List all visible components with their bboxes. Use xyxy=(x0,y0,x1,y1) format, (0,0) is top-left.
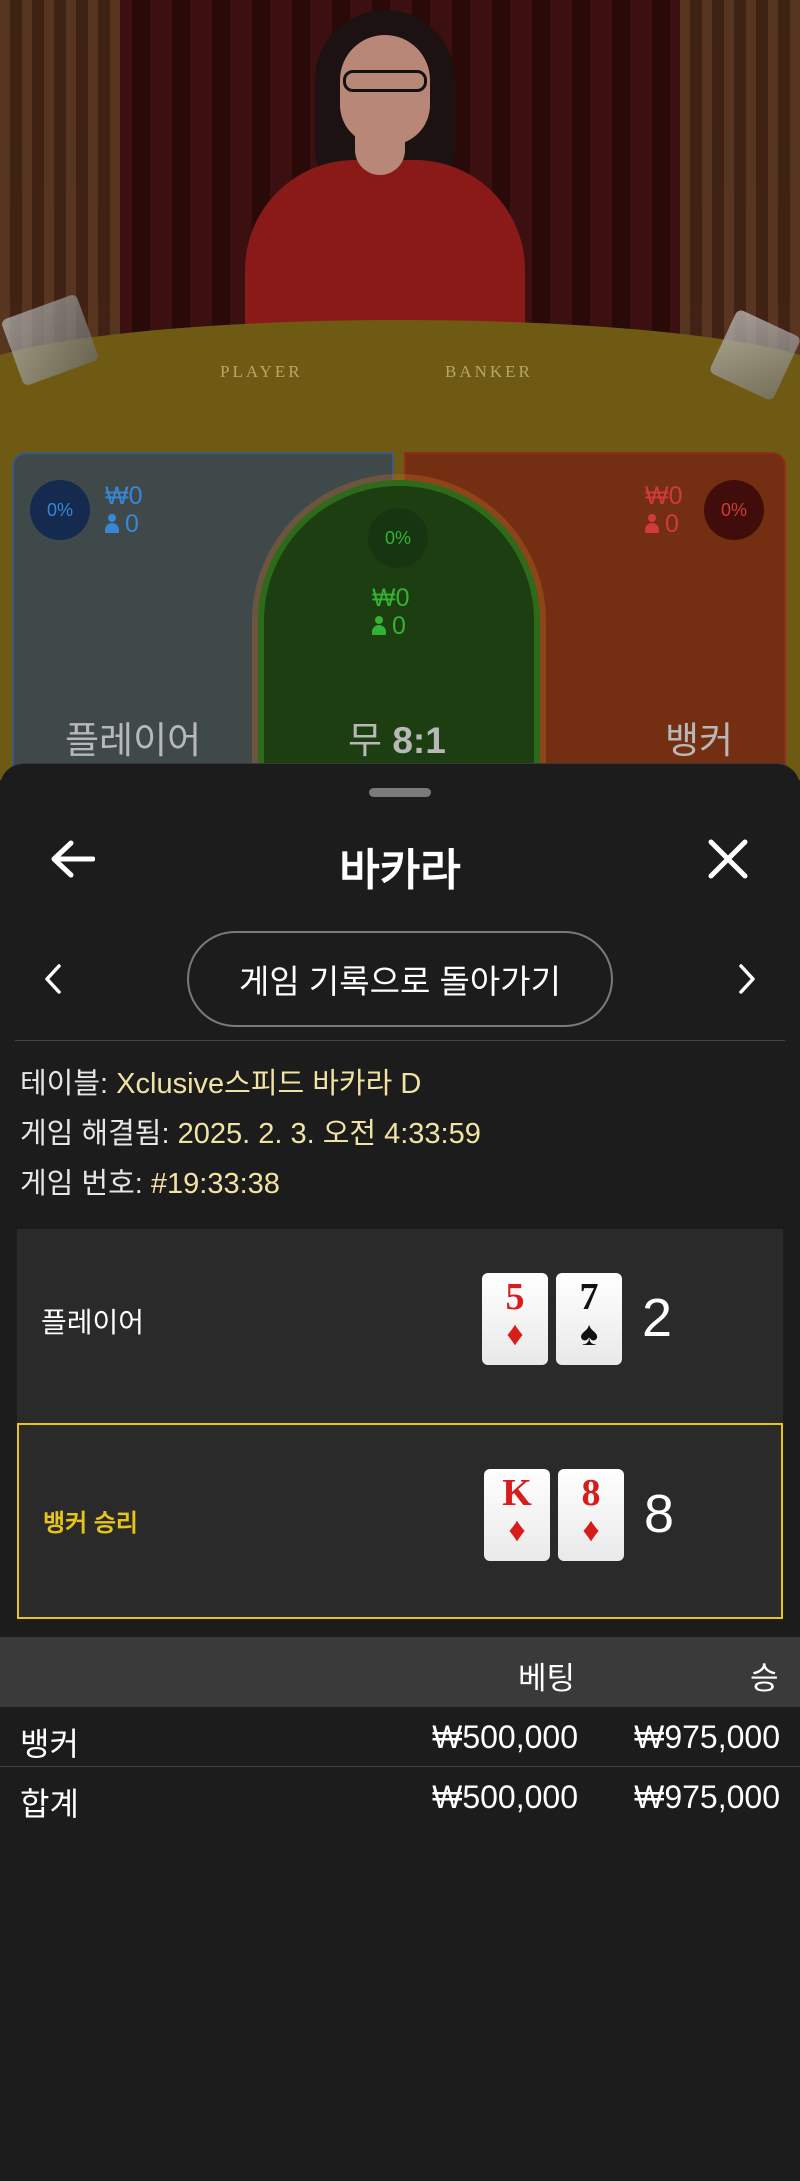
divider xyxy=(0,1766,800,1767)
tie-payout: 8:1 xyxy=(392,720,446,761)
banker-stats: ₩0 0 xyxy=(645,482,683,538)
player-stats: ₩0 0 xyxy=(105,482,143,538)
playing-card: 8 ♦ xyxy=(558,1469,624,1561)
resolved-value: 2025. 2. 3. 오전 4:33:59 xyxy=(177,1118,481,1150)
bet-amount: ₩500,000 xyxy=(432,1719,578,1755)
chevron-right-icon xyxy=(739,964,755,994)
diamond-suit-icon: ♦ xyxy=(506,1315,524,1353)
diamond-suit-icon: ♦ xyxy=(508,1511,526,1549)
person-icon xyxy=(372,616,386,636)
game-info: 테이블: Xclusive스피드 바카라 D 게임 해결됨: 2025. 2. … xyxy=(20,1059,481,1209)
banker-percent-circle: 0% xyxy=(704,480,764,540)
dealer xyxy=(235,10,535,350)
player-percent: 0% xyxy=(46,499,73,520)
bet-label-tie: 무 8:1 xyxy=(348,710,446,764)
player-count: 0 xyxy=(125,510,139,538)
player-amount: ₩0 xyxy=(105,482,143,510)
table-label: 테이블: xyxy=(20,1068,109,1100)
history-navigation: 게임 기록으로 돌아가기 xyxy=(0,929,800,1029)
table-value: Xclusive스피드 바카라 D xyxy=(116,1068,422,1100)
person-icon xyxy=(105,514,119,534)
bet-name: 뱅커 xyxy=(20,1726,79,1762)
felt-label-banker: BANKER xyxy=(445,362,533,381)
win-amount: ₩975,000 xyxy=(634,1719,780,1755)
bet-label-banker: 뱅커 xyxy=(665,720,734,761)
banker-result-label: 뱅커 승리 xyxy=(43,1510,138,1537)
table-row: 뱅커 ₩500,000 ₩975,000 xyxy=(0,1709,800,1769)
divider xyxy=(15,1040,785,1041)
previous-game-button[interactable] xyxy=(28,954,78,1004)
tie-stats: ₩0 0 xyxy=(372,584,410,640)
tie-amount: ₩0 xyxy=(372,584,410,612)
player-percent-circle: 0% xyxy=(30,480,90,540)
page-title: 바카라 xyxy=(339,846,461,895)
game-number-value: #19:33:38 xyxy=(150,1168,280,1200)
lattice-screen-right xyxy=(680,0,800,360)
close-button[interactable] xyxy=(698,829,758,889)
sheet-header: 바카라 xyxy=(0,814,800,904)
win-column-header: 승 xyxy=(750,1661,779,1696)
banker-result-row: 뱅커 승리 K ♦ 8 ♦ 8 xyxy=(17,1423,783,1619)
playing-card: 5 ♦ xyxy=(482,1273,548,1365)
banker-percent: 0% xyxy=(720,499,747,520)
player-score: 2 xyxy=(642,1288,673,1348)
close-icon xyxy=(708,839,748,879)
bets-table-header: 베팅 승 xyxy=(0,1637,800,1707)
back-to-history-button[interactable]: 게임 기록으로 돌아가기 xyxy=(187,931,613,1027)
total-bet-amount: ₩500,000 xyxy=(432,1779,578,1815)
next-game-button[interactable] xyxy=(722,954,772,1004)
sheet-drag-handle[interactable] xyxy=(369,788,431,797)
bet-column-header: 베팅 xyxy=(518,1661,576,1696)
playing-card: K ♦ xyxy=(484,1469,550,1561)
tie-label: 무 xyxy=(348,720,383,761)
card-rank: 5 xyxy=(505,1276,525,1318)
person-icon xyxy=(645,514,659,534)
spade-suit-icon: ♠ xyxy=(579,1315,599,1353)
banker-amount: ₩0 xyxy=(645,482,683,510)
resolved-label: 게임 해결됨: xyxy=(20,1118,170,1150)
player-result-row: 플레이어 5 ♦ 7 ♠ 2 xyxy=(17,1229,783,1425)
tie-percent-circle: 0% xyxy=(368,508,428,568)
tie-percent: 0% xyxy=(384,527,411,548)
table-row-total: 합계 ₩500,000 ₩975,000 xyxy=(0,1769,800,1829)
card-rank: K xyxy=(502,1472,532,1514)
banker-score: 8 xyxy=(644,1484,675,1544)
bet-label-player: 플레이어 xyxy=(65,720,202,761)
diamond-suit-icon: ♦ xyxy=(582,1511,600,1549)
card-rank: 7 xyxy=(579,1276,599,1318)
playing-card: 7 ♠ xyxy=(556,1273,622,1365)
tie-count: 0 xyxy=(392,612,406,640)
banker-count: 0 xyxy=(665,510,679,538)
chevron-left-icon xyxy=(45,964,61,994)
player-result-label: 플레이어 xyxy=(41,1307,145,1338)
felt-label-player: PLAYER xyxy=(220,362,303,381)
total-label: 합계 xyxy=(20,1786,79,1822)
total-win-amount: ₩975,000 xyxy=(634,1779,780,1815)
game-detail-sheet: 바카라 게임 기록으로 돌아가기 테이블: Xclusive스피드 바카라 D … xyxy=(0,763,800,2181)
game-number-label: 게임 번호: xyxy=(20,1168,143,1200)
card-rank: 8 xyxy=(581,1472,601,1514)
